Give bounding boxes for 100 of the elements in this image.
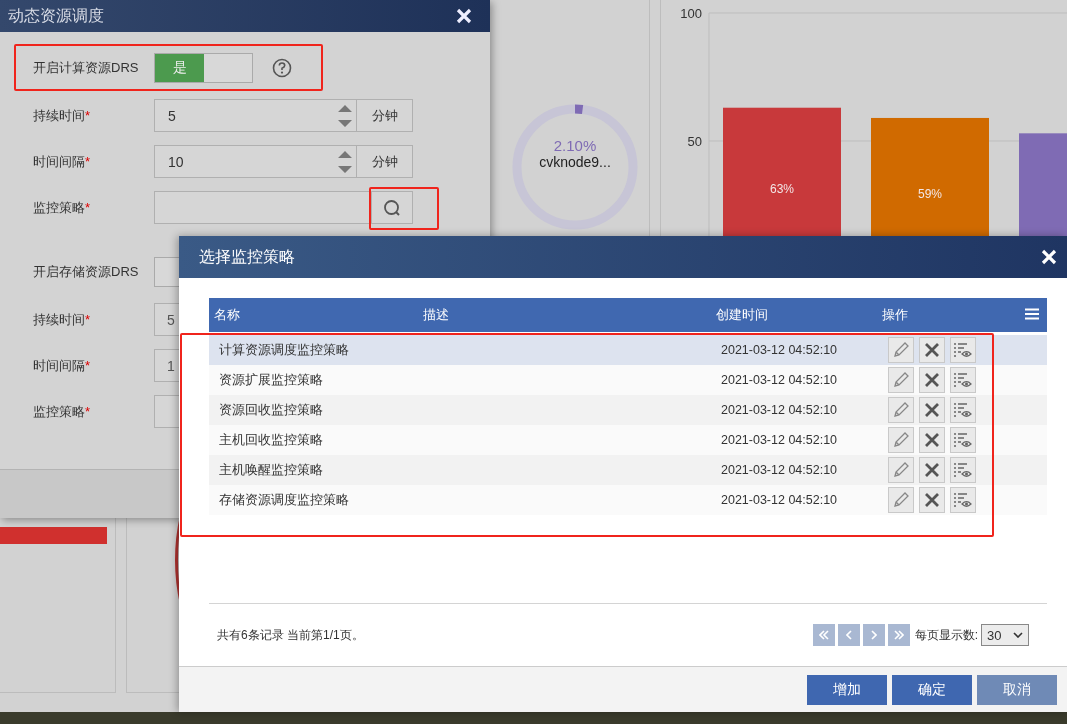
search-icon [383,198,401,217]
table-row[interactable]: 计算资源调度监控策略 2021-03-12 04:52:10 [209,335,1047,365]
page-size-select[interactable]: 30 [981,624,1029,646]
chevron-left-icon [845,630,852,640]
pencil-icon [892,491,910,509]
field-label: 开启存储资源DRS [32,263,140,281]
view-button[interactable] [950,397,976,423]
list-eye-icon [953,492,973,508]
double-chevron-right-icon [893,630,904,640]
close-icon [1041,249,1057,265]
column-header: 操作 [881,306,909,324]
view-button[interactable] [950,457,976,483]
input-field[interactable] [154,191,372,224]
bar-value-label: 63% [770,182,794,197]
close-icon [924,402,940,418]
view-button[interactable] [950,367,976,393]
bar-value-label: 59% [918,187,942,202]
gauge-label: cvknode9... [539,154,611,171]
edit-button[interactable] [888,367,914,393]
pencil-icon [892,401,910,419]
pencil-icon [892,461,910,479]
number-field[interactable]: 5 [154,99,357,132]
table-cell-text: 2021-03-12 04:52:10 [720,343,839,357]
axis-tick-label: 100 [680,6,702,21]
table-cell-text: 资源扩展监控策略 [218,371,324,389]
record-summary: 共有6条记录 当前第1/1页。 [217,626,364,644]
table-cell-text: 主机回收监控策略 [218,431,324,449]
field-label: 持续时间* [32,106,92,125]
last-page-button[interactable] [887,624,910,646]
menu-icon[interactable] [1025,308,1039,320]
pencil-icon [892,371,910,389]
table-cell-text: 2021-03-12 04:52:10 [720,493,839,507]
window-title: 选择监控策略 [199,246,295,267]
table-cell-text: 存储资源调度监控策略 [218,491,350,509]
unit-label: 分钟 [357,145,413,178]
field-label: 监控策略* [32,198,92,217]
delete-button[interactable] [919,487,945,513]
table-cell-text: 2021-03-12 04:52:10 [720,433,839,447]
view-button[interactable] [950,427,976,453]
list-eye-icon [953,342,973,358]
dialog-button[interactable]: 增加 [807,674,887,705]
pencil-icon [892,431,910,449]
number-field[interactable]: 10 [154,145,357,178]
gauge-reading: 2.10% [553,137,597,154]
caret-icon [1013,632,1023,638]
chevron-right-icon [870,630,877,640]
table-cell-text: 资源回收监控策略 [218,401,324,419]
delete-button[interactable] [919,337,945,363]
dialog-button[interactable]: 确定 [892,674,972,705]
list-eye-icon [953,462,973,478]
pencil-icon [892,341,910,359]
close-icon [924,342,940,358]
edit-button[interactable] [888,397,914,423]
close-icon [456,8,472,24]
window-title: 动态资源调度 [8,5,104,26]
column-header: 名称 [213,306,241,324]
table-cell-text: 主机唤醒监控策略 [218,461,324,479]
delete-button[interactable] [919,397,945,423]
previous-page-button[interactable] [837,624,860,646]
double-chevron-left-icon [818,630,829,640]
list-eye-icon [953,432,973,448]
page-size-label: 每页显示数: [914,626,978,644]
view-button[interactable] [950,487,976,513]
table-row[interactable]: 主机回收监控策略 2021-03-12 04:52:10 [209,425,1047,455]
edit-button[interactable] [888,337,914,363]
close-icon [924,462,940,478]
field-label: 监控策略* [32,402,92,421]
dialog-button[interactable]: 取消 [977,674,1057,705]
close-icon [924,372,940,388]
column-header: 创建时间 [715,306,769,324]
close-icon [924,492,940,508]
table-cell-text: 计算资源调度监控策略 [218,341,350,359]
table-cell-text: 2021-03-12 04:52:10 [720,373,839,387]
table-row[interactable]: 资源回收监控策略 2021-03-12 04:52:10 [209,395,1047,425]
delete-button[interactable] [919,457,945,483]
edit-button[interactable] [888,487,914,513]
field-label: 时间间隔* [32,152,92,171]
table-cell-text: 2021-03-12 04:52:10 [720,463,839,477]
first-page-button[interactable] [812,624,835,646]
edit-button[interactable] [888,457,914,483]
table-cell-text: 2021-03-12 04:52:10 [720,403,839,417]
list-eye-icon [953,372,973,388]
delete-button[interactable] [919,427,945,453]
field-label: 开启计算资源DRS [32,59,140,77]
field-label: 时间间隔* [32,356,92,375]
field-label: 持续时间* [32,310,92,329]
close-button[interactable] [456,8,472,24]
edit-button[interactable] [888,427,914,453]
view-button[interactable] [950,337,976,363]
toggle-knob: 是 [155,54,204,82]
table-row[interactable]: 存储资源调度监控策略 2021-03-12 04:52:10 [209,485,1047,515]
help-icon[interactable] [272,58,292,78]
table-row[interactable]: 主机唤醒监控策略 2021-03-12 04:52:10 [209,455,1047,485]
search-button[interactable] [372,191,413,224]
unit-label: 分钟 [357,99,413,132]
highlight-frame [369,187,439,230]
delete-button[interactable] [919,367,945,393]
axis-tick-label: 50 [687,134,702,149]
next-page-button[interactable] [862,624,885,646]
table-row[interactable]: 资源扩展监控策略 2021-03-12 04:52:10 [209,365,1047,395]
